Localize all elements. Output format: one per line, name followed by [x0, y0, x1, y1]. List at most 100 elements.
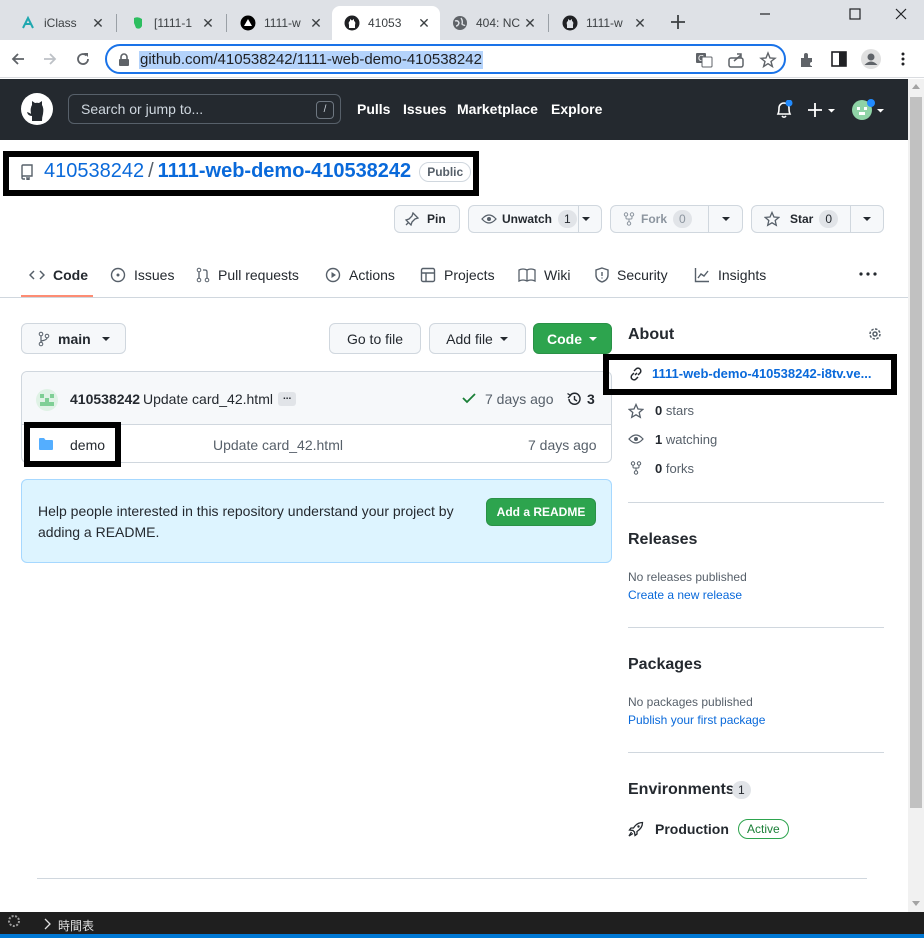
stars-stat[interactable]: 0 stars — [655, 403, 694, 418]
tab-issues[interactable]: Issues — [110, 265, 174, 285]
lock-icon[interactable] — [118, 53, 130, 67]
tab-actions[interactable]: Actions — [325, 265, 395, 285]
graph-icon — [694, 267, 718, 283]
taskbar-label[interactable]: 時間表 — [58, 917, 94, 934]
address-bar[interactable]: github.com/410538242/1111-web-demo-41053… — [105, 44, 786, 74]
commit-time[interactable]: 7 days ago — [485, 391, 554, 407]
forks-stat[interactable]: 0 forks — [655, 461, 694, 476]
gear-icon[interactable] — [4, 913, 24, 929]
table-row[interactable]: demo Update card_42.html 7 days ago — [22, 422, 611, 467]
visibility-badge: Public — [419, 161, 472, 182]
publish-package-link[interactable]: Publish your first package — [628, 713, 765, 727]
notifications-bell-icon[interactable] — [775, 100, 793, 120]
create-release-link[interactable]: Create a new release — [628, 588, 742, 602]
browser-tab-github[interactable]: 1111-w ✕ — [550, 6, 656, 40]
tab-pull-requests[interactable]: Pull requests — [196, 265, 299, 285]
stars-label: stars — [665, 403, 695, 418]
tab-insights[interactable]: Insights — [694, 265, 766, 285]
forward-icon[interactable] — [42, 51, 58, 67]
back-icon[interactable] — [10, 51, 26, 67]
folder-icon — [38, 437, 54, 451]
close-icon[interactable]: ✕ — [90, 15, 106, 32]
url-text[interactable]: github.com/410538242/1111-web-demo-41053… — [139, 51, 483, 69]
reload-icon[interactable] — [75, 51, 91, 67]
packages-heading[interactable]: Packages — [628, 656, 702, 674]
tab-wiki[interactable]: Wiki — [518, 265, 570, 285]
go-to-file-button[interactable]: Go to file — [329, 323, 421, 354]
close-icon[interactable]: ✕ — [632, 15, 648, 32]
extensions-icon[interactable] — [798, 51, 816, 69]
file-commit-message[interactable]: Update card_42.html — [213, 437, 343, 453]
maximize-icon[interactable] — [832, 0, 878, 28]
user-avatar-icon[interactable] — [851, 98, 887, 122]
close-icon[interactable]: ✕ — [416, 15, 432, 32]
tab-label: Actions — [349, 267, 395, 283]
avatar[interactable] — [35, 388, 59, 412]
bookmark-star-icon[interactable] — [759, 51, 777, 69]
branch-select[interactable]: main — [21, 323, 126, 354]
close-icon[interactable]: ✕ — [522, 15, 538, 32]
chevron-down-icon — [499, 335, 509, 343]
chevron-down-icon[interactable] — [862, 215, 872, 223]
star-button[interactable]: Star 0 — [751, 205, 884, 233]
file-name[interactable]: demo — [70, 437, 105, 453]
nav-explore[interactable]: Explore — [551, 101, 602, 117]
menu-dots-icon[interactable] — [900, 51, 906, 67]
create-new-plus-icon[interactable] — [808, 102, 838, 118]
tab-security[interactable]: Security — [595, 265, 668, 285]
code-button-label: Code — [547, 330, 582, 347]
code-button[interactable]: Code — [533, 323, 612, 354]
translate-icon[interactable]: G — [695, 51, 713, 69]
nav-pulls[interactable]: Pulls — [357, 101, 390, 117]
browser-tab-github-active[interactable]: 41053 ✕ — [332, 6, 440, 40]
commit-author[interactable]: 410538242 — [70, 391, 140, 407]
releases-heading[interactable]: Releases — [628, 531, 697, 549]
scrollbar[interactable] — [908, 79, 924, 912]
nav-marketplace[interactable]: Marketplace — [457, 101, 538, 117]
tab-projects[interactable]: Projects — [420, 265, 495, 285]
environments-heading[interactable]: Environments — [628, 781, 735, 799]
chevron-down-icon[interactable] — [721, 215, 731, 223]
search-input[interactable]: Search or jump to... / — [68, 94, 341, 124]
github-header: Search or jump to... / Pulls Issues Mark… — [0, 79, 908, 140]
side-panel-icon[interactable] — [831, 51, 847, 67]
add-readme-button[interactable]: Add a README — [486, 498, 596, 526]
repo-owner-link[interactable]: 410538242 — [44, 160, 144, 183]
share-icon[interactable] — [727, 51, 745, 69]
add-file-button[interactable]: Add file — [429, 323, 526, 354]
scroll-up-icon[interactable] — [912, 83, 920, 89]
no-packages-text: No packages published — [628, 695, 753, 709]
more-tabs-icon[interactable] — [859, 272, 877, 276]
watch-button[interactable]: Unwatch 1 — [468, 205, 602, 233]
window-close-icon[interactable] — [878, 0, 924, 28]
nav-issues[interactable]: Issues — [403, 101, 447, 117]
close-icon[interactable]: ✕ — [308, 15, 324, 32]
gear-icon[interactable] — [867, 326, 883, 342]
pin-button[interactable]: Pin — [394, 205, 460, 233]
new-tab-icon[interactable] — [668, 12, 688, 32]
scrollbar-thumb[interactable] — [910, 97, 922, 808]
chevron-right-icon[interactable] — [44, 918, 52, 930]
chevron-down-icon[interactable] — [581, 215, 591, 223]
commit-count[interactable]: 3 — [587, 391, 595, 407]
commit-expand-button[interactable]: ... — [278, 392, 297, 406]
browser-tab-iclass[interactable]: iClass ✕ — [8, 6, 114, 40]
profile-icon[interactable] — [860, 48, 882, 70]
status-badge: Active — [738, 819, 789, 839]
browser-tab-vercel[interactable]: 1111-w ✕ — [228, 6, 332, 40]
browser-tab-404[interactable]: 404: NC ✕ — [440, 6, 546, 40]
scroll-down-icon[interactable] — [912, 901, 920, 907]
commit-message[interactable]: Update card_42.html — [143, 391, 273, 407]
tab-code[interactable]: Code — [29, 265, 88, 285]
github-logo-icon[interactable] — [21, 93, 53, 125]
close-icon[interactable]: ✕ — [200, 15, 216, 32]
vercel-icon — [240, 15, 256, 31]
repo-name-link[interactable]: 1111-web-demo-410538242 — [158, 160, 412, 183]
fork-button[interactable]: Fork 0 — [610, 205, 743, 233]
minimize-icon[interactable] — [742, 0, 788, 28]
environment-name[interactable]: Production — [655, 821, 729, 837]
browser-tab-evernote[interactable]: [1111-1 ✕ — [118, 6, 224, 40]
website-link[interactable]: 1111-web-demo-410538242-i8tv.ve... — [652, 366, 871, 381]
watching-stat[interactable]: 1 watching — [655, 432, 717, 447]
latest-commit-bar: 410538242 Update card_42.html ... 7 days… — [22, 372, 611, 425]
